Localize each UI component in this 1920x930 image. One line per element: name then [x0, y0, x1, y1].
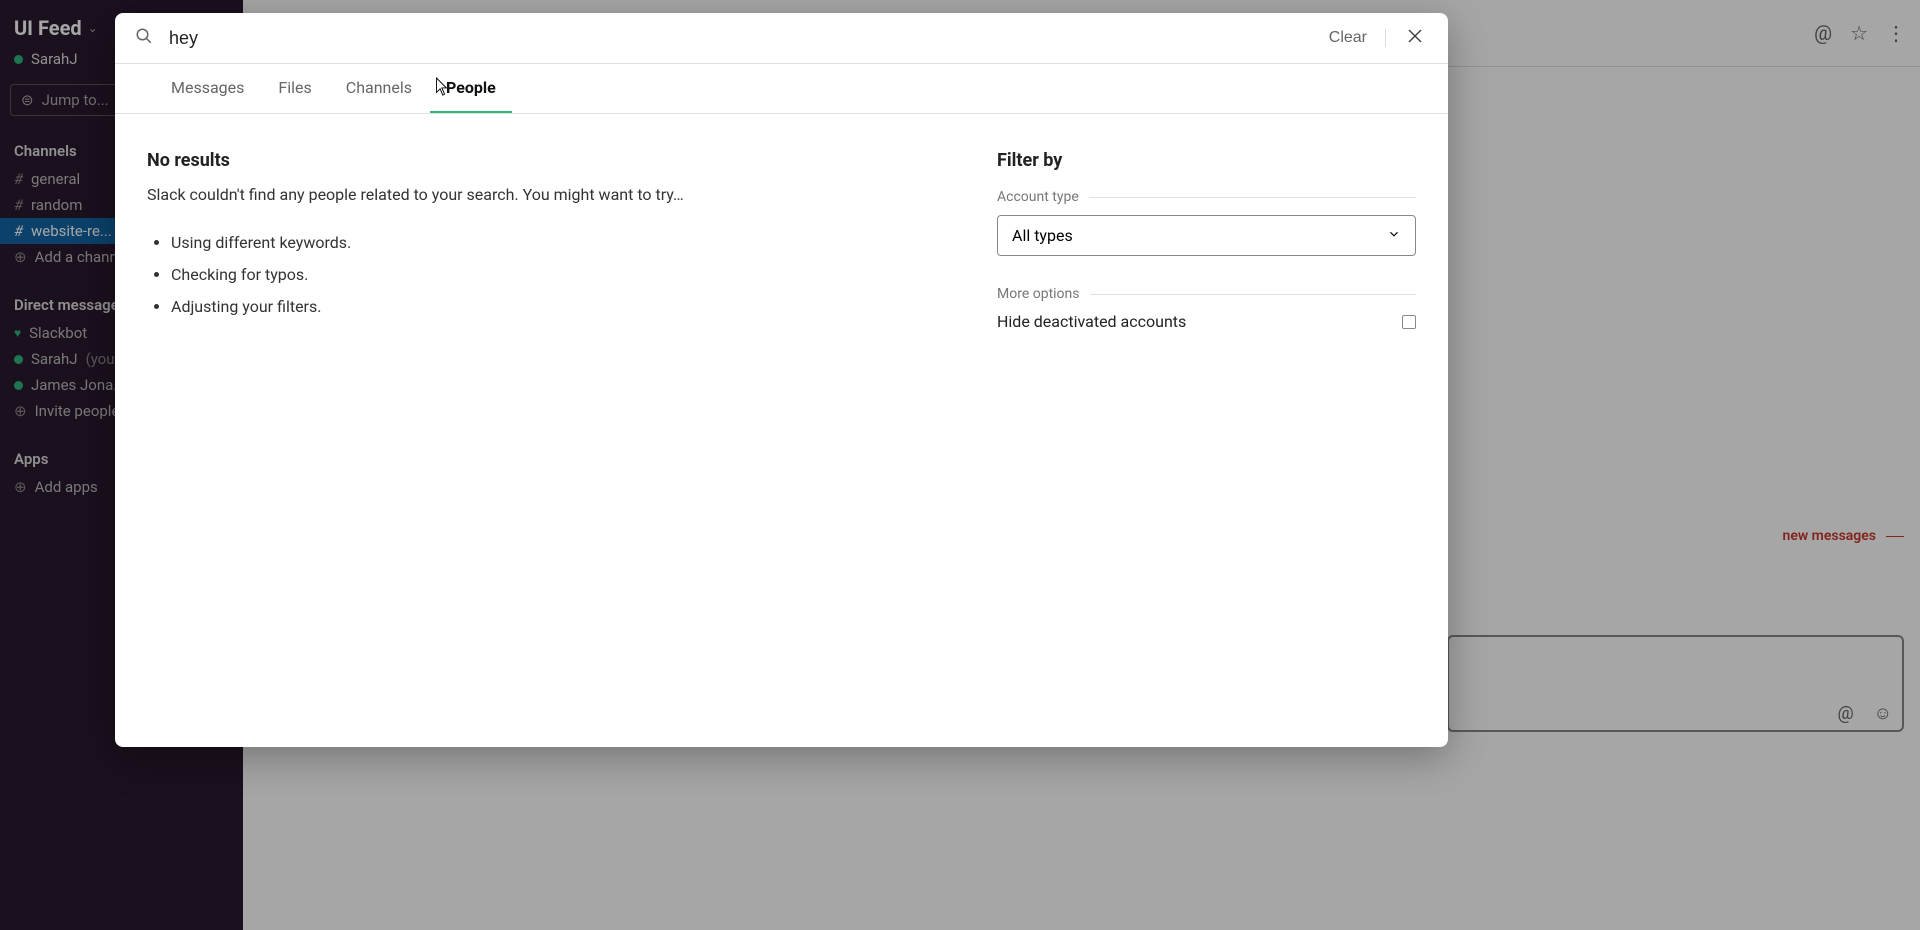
tab-channels[interactable]: Channels	[330, 64, 428, 113]
search-icon	[135, 27, 153, 50]
search-input[interactable]	[169, 28, 1313, 49]
tip-item: Using different keywords.	[171, 227, 957, 259]
search-tabs: Messages Files Channels People	[115, 64, 1448, 114]
account-type-label-text: Account type	[997, 189, 1079, 205]
account-type-value: All types	[1012, 226, 1073, 245]
account-type-label: Account type	[997, 189, 1416, 205]
modal-body: No results Slack couldn't find any peopl…	[115, 114, 1448, 747]
tab-files[interactable]: Files	[262, 64, 327, 113]
no-results-title: No results	[147, 150, 957, 171]
tab-messages[interactable]: Messages	[155, 64, 260, 113]
tip-item: Checking for typos.	[171, 259, 957, 291]
checkbox-icon[interactable]	[1402, 315, 1416, 329]
results-column: No results Slack couldn't find any peopl…	[147, 150, 957, 711]
tab-people[interactable]: People	[430, 64, 512, 113]
tip-item: Adjusting your filters.	[171, 291, 957, 323]
search-row: Clear	[115, 13, 1448, 64]
chevron-down-icon	[1387, 226, 1401, 245]
no-results-text: Slack couldn't find any people related t…	[147, 183, 957, 207]
more-options-label-text: More options	[997, 286, 1080, 302]
close-button[interactable]	[1402, 25, 1428, 51]
more-options-label: More options	[997, 286, 1416, 302]
filter-title: Filter by	[997, 150, 1416, 171]
clear-button[interactable]: Clear	[1329, 29, 1386, 47]
account-type-select[interactable]: All types	[997, 215, 1416, 256]
tips-list: Using different keywords. Checking for t…	[147, 227, 957, 323]
hide-deactivated-row[interactable]: Hide deactivated accounts	[997, 312, 1416, 331]
filter-column: Filter by Account type All types More op…	[997, 150, 1416, 711]
search-modal: Clear Messages Files Channels People No …	[115, 13, 1448, 747]
hide-deactivated-label: Hide deactivated accounts	[997, 312, 1186, 331]
